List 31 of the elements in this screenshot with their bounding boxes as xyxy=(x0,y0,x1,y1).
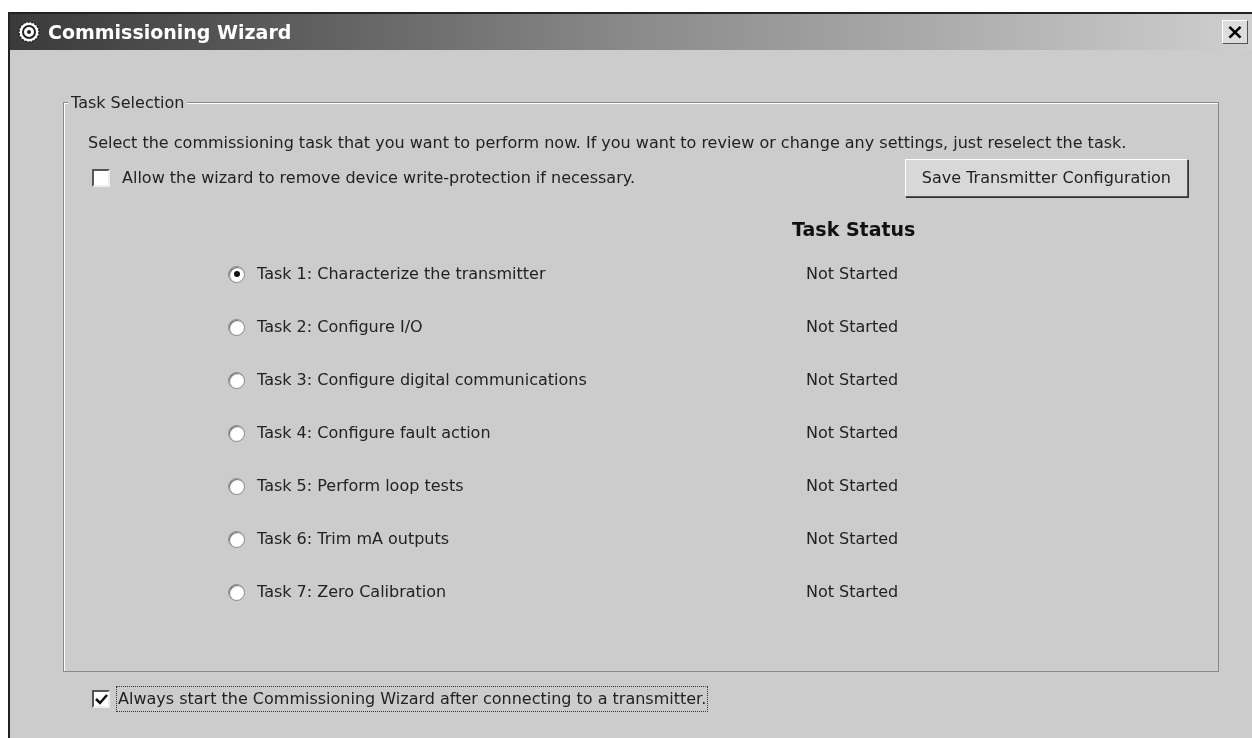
checkbox-label[interactable]: Always start the Commissioning Wizard after connecting to a transmitter. xyxy=(116,686,709,712)
radio-button[interactable] xyxy=(228,265,245,283)
task-label[interactable]: Task 3: Configure digital communications xyxy=(257,368,587,392)
radio-button[interactable] xyxy=(228,583,245,601)
task-status: Not Started xyxy=(806,316,899,338)
checkbox-label[interactable]: Allow the wizard to remove device write-protection if necessary. xyxy=(122,166,635,190)
app-icon xyxy=(18,21,40,43)
task-label[interactable]: Task 2: Configure I/O xyxy=(257,315,423,339)
task-status: Not Started xyxy=(806,528,899,550)
task-status: Not Started xyxy=(806,369,899,391)
task-label[interactable]: Task 5: Perform loop tests xyxy=(257,474,464,498)
instructions-text: Select the commissioning task that you want to perform now. If you want to review or change any settings, just reselect the task. xyxy=(88,133,1128,153)
checkbox[interactable] xyxy=(92,690,110,708)
task-status: Not Started xyxy=(806,263,899,285)
task-label[interactable]: Task 7: Zero Calibration xyxy=(257,580,447,604)
task-status: Not Started xyxy=(806,475,899,497)
radio-button[interactable] xyxy=(228,318,245,336)
task-label[interactable]: Task 6: Trim mA outputs xyxy=(257,527,450,551)
task-status: Not Started xyxy=(806,422,899,444)
radio-button[interactable] xyxy=(228,477,245,495)
radio-button[interactable] xyxy=(228,530,245,548)
radio-button[interactable] xyxy=(228,371,245,389)
save-configuration-button[interactable]: Save Transmitter Configuration xyxy=(904,159,1188,197)
task-status: Not Started xyxy=(806,581,899,603)
checkbox[interactable] xyxy=(92,169,110,187)
task-label[interactable]: Task 4: Configure fault action xyxy=(257,421,491,445)
radio-button[interactable] xyxy=(228,424,245,442)
column-heading: Task Status xyxy=(792,217,917,242)
window-title: Commissioning Wizard xyxy=(48,19,292,45)
task-label[interactable]: Task 1: Characterize the transmitter xyxy=(257,262,546,286)
close-button[interactable]: × xyxy=(1222,20,1248,44)
